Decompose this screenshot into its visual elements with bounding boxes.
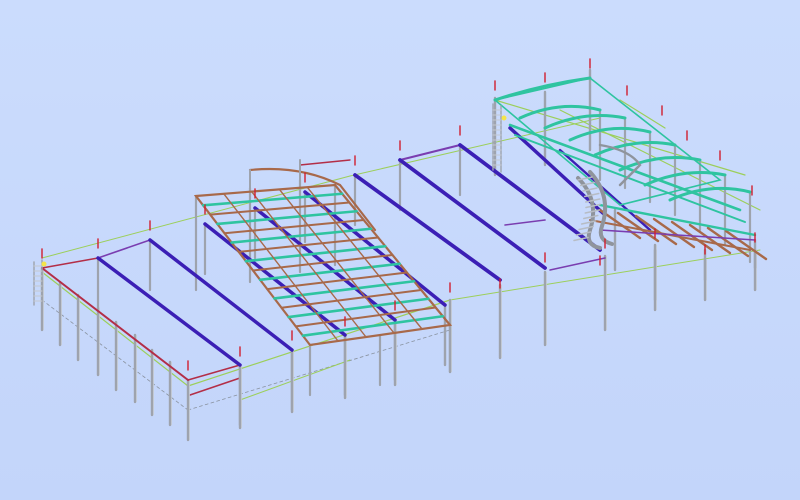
marker-dot — [501, 115, 507, 121]
roof-bracing — [619, 99, 666, 129]
mezzanine-joist — [273, 279, 416, 300]
back-long-tie-2 — [349, 117, 601, 177]
eave-beam — [41, 257, 99, 269]
eave-beam — [549, 257, 606, 271]
rafter — [353, 173, 502, 282]
mezzanine-joist — [294, 306, 437, 328]
right-roof-outline — [493, 77, 722, 206]
purlin — [514, 134, 746, 223]
model-viewport[interactable] — [0, 0, 800, 500]
front-door-beam — [189, 377, 241, 396]
roof-bracing — [494, 99, 746, 176]
rafter — [398, 158, 547, 270]
eave-beam — [504, 219, 546, 226]
mezzanine-joist — [280, 289, 423, 309]
rafter — [96, 256, 242, 367]
lower-long-tie — [187, 329, 451, 411]
steel-structure-3d-model[interactable] — [0, 0, 800, 500]
purlin — [598, 203, 757, 237]
eave-beam — [97, 239, 151, 259]
front-bay-tie — [239, 359, 351, 401]
mezzanine-ridge — [299, 159, 351, 166]
roof-arch — [618, 156, 702, 172]
rafter — [203, 222, 347, 337]
roof-arch — [593, 141, 677, 157]
marker-dot — [41, 261, 47, 267]
mezzanine-girder — [223, 193, 339, 342]
